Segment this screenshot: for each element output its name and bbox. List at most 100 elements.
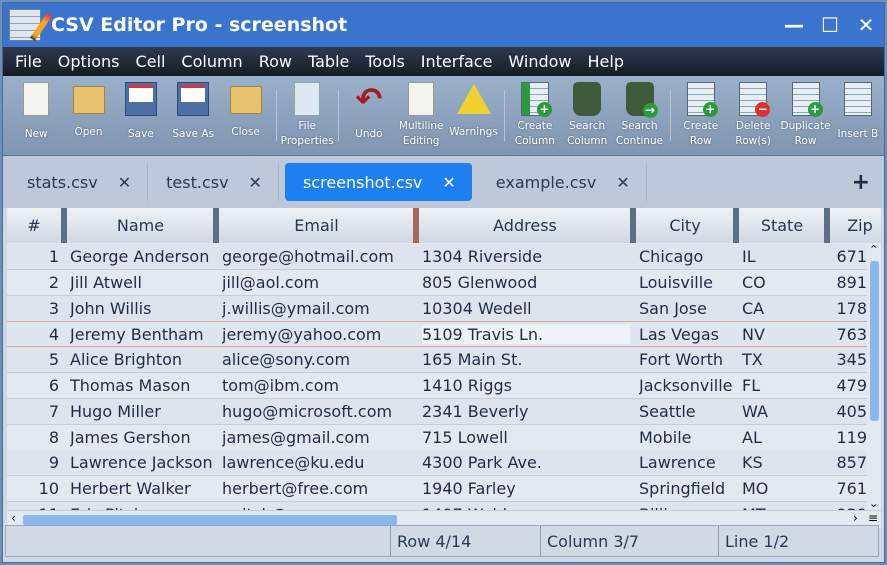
toolbar-undo-button[interactable]: ↶ Undo [343, 76, 395, 155]
column-header-zip[interactable]: Zip [824, 208, 881, 243]
cell-state[interactable]: AL [742, 428, 824, 447]
toolbar-search-column-button[interactable]: Search Column [561, 76, 613, 155]
cell-address[interactable]: 1410 Riggs [422, 376, 630, 395]
tab-close-icon[interactable]: ✕ [442, 173, 455, 192]
cell-email[interactable]: jill@aol.com [222, 273, 413, 292]
cell-state[interactable]: CA [742, 299, 824, 318]
maximize-button[interactable]: ☐ [812, 13, 848, 37]
add-tab-button[interactable]: + [852, 170, 870, 195]
column-header-state[interactable]: State [733, 208, 825, 243]
table-row[interactable]: 7 Hugo Miller hugo@microsoft.com 2341 Bever… [7, 398, 867, 425]
toolbar-insert-b-button[interactable]: Insert B [832, 76, 884, 155]
tab-screenshot-csv[interactable]: screenshot.csv ✕ [284, 163, 472, 201]
cell-zip[interactable]: 119 [833, 428, 867, 447]
cell-row-number[interactable]: 6 [7, 376, 59, 395]
cell-row-number[interactable]: 5 [7, 350, 59, 369]
cell-zip[interactable]: 761 [833, 479, 867, 498]
horizontal-scroll-thumb[interactable] [23, 515, 397, 525]
cell-row-number[interactable]: 2 [7, 273, 59, 292]
cell-name[interactable]: Lawrence Jackson [70, 453, 213, 472]
tab-stats-csv[interactable]: stats.csv ✕ [9, 163, 149, 201]
cell-state[interactable]: CO [742, 273, 824, 292]
cell-email[interactable]: jeremy@yahoo.com [222, 325, 413, 344]
cell-email[interactable]: lawrence@ku.edu [222, 453, 413, 472]
menu-table[interactable]: Table [308, 52, 349, 71]
cell-name[interactable]: George Anderson [70, 247, 213, 266]
menu-interface[interactable]: Interface [421, 52, 493, 71]
menu-lines-icon[interactable]: ≡ [868, 511, 878, 525]
cell-email[interactable]: james@gmail.com [222, 428, 413, 447]
vertical-scrollbar[interactable]: ⌃ ⌄ [867, 243, 881, 510]
cell-email[interactable]: herbert@free.com [222, 479, 413, 498]
table-row[interactable]: 1 George Anderson george@hotmail.com 1304 R… [7, 244, 867, 270]
table-row[interactable]: 9 Lawrence Jackson lawrence@ku.edu 4300 Par… [7, 450, 867, 477]
menu-file[interactable]: File [15, 52, 42, 71]
toolbar-save-as-button[interactable]: Save As [167, 76, 219, 155]
scroll-down-icon[interactable]: ⌄ [869, 497, 878, 510]
scroll-left-icon[interactable]: ‹ [11, 511, 16, 525]
cell-city[interactable]: Springfield [639, 479, 733, 498]
cell-name[interactable]: Alice Brighton [70, 350, 213, 369]
cell-email[interactable]: george@hotmail.com [222, 247, 413, 266]
cell-name[interactable]: James Gershon [70, 428, 213, 447]
table-row[interactable]: 5 Alice Brighton alice@sony.com 165 Main St… [7, 347, 867, 374]
toolbar-multiline-editing-button[interactable]: Multiline Editing [395, 76, 447, 155]
cell-zip[interactable]: 857 [833, 453, 867, 472]
menu-row[interactable]: Row [259, 52, 292, 71]
tab-example-csv[interactable]: example.csv ✕ [478, 163, 647, 201]
tab-close-icon[interactable]: ✕ [118, 173, 131, 192]
table-row[interactable]: 10 Herbert Walker herbert@free.com 1940 Far… [7, 476, 867, 503]
toolbar-duplicate-row-button[interactable]: + Duplicate Row [779, 76, 831, 155]
column-header-address[interactable]: Address [413, 208, 631, 243]
scroll-up-icon[interactable]: ⌃ [869, 243, 878, 256]
table-row[interactable]: 6 Thomas Mason tom@ibm.com 1410 Riggs Jackso… [7, 373, 867, 399]
table-row[interactable]: 8 James Gershon james@gmail.com 715 Lowell M… [7, 425, 867, 451]
cell-name[interactable]: Jeremy Bentham [70, 325, 213, 344]
cell-address[interactable]: 5109 Travis Ln. [422, 325, 630, 345]
table-row[interactable]: 2 Jill Atwell jill@aol.com 805 Glenwood Loui… [7, 270, 867, 296]
close-window-button[interactable]: ✕ [848, 13, 884, 37]
cell-address[interactable]: 1940 Farley [422, 479, 630, 498]
cell-state[interactable]: FL [742, 376, 824, 395]
cell-city[interactable]: Louisville [639, 273, 733, 292]
cell-name[interactable]: John Willis [70, 299, 213, 318]
cell-city[interactable]: Jacksonville [639, 376, 733, 395]
cell-row-number[interactable]: 9 [7, 453, 59, 472]
cell-address[interactable]: 805 Glenwood [422, 273, 630, 292]
cell-address[interactable]: 1304 Riverside [422, 247, 630, 266]
tab-close-icon[interactable]: ✕ [249, 173, 262, 192]
toolbar-create-row-button[interactable]: + Create Row [675, 76, 727, 155]
cell-city[interactable]: San Jose [639, 299, 733, 318]
cell-row-number[interactable]: 10 [7, 479, 59, 498]
cell-name[interactable]: Jill Atwell [70, 273, 213, 292]
cell-zip[interactable]: 405 [833, 402, 867, 421]
menu-cell[interactable]: Cell [136, 52, 166, 71]
cell-city[interactable]: Lawrence [639, 453, 733, 472]
cell-zip[interactable]: 479 [833, 376, 867, 395]
cell-city[interactable]: Chicago [639, 247, 733, 266]
toolbar-file-properties-button[interactable]: File Properties [281, 76, 334, 155]
cell-state[interactable]: KS [742, 453, 824, 472]
menu-column[interactable]: Column [181, 52, 242, 71]
cell-zip[interactable]: 345 [833, 350, 867, 369]
toolbar-new-button[interactable]: New [10, 76, 62, 155]
column-header-number[interactable]: # [7, 208, 61, 243]
cell-address[interactable]: 4300 Park Ave. [422, 453, 630, 472]
column-header-city[interactable]: City [630, 208, 734, 243]
cell-name[interactable]: Herbert Walker [70, 479, 213, 498]
cell-zip[interactable]: 891 [833, 273, 867, 292]
table-row[interactable]: 3 John Willis j.willis@ymail.com 10304 Wede… [7, 295, 867, 322]
cell-email[interactable]: j.willis@ymail.com [222, 299, 413, 318]
menu-help[interactable]: Help [588, 52, 624, 71]
cell-state[interactable]: MO [742, 479, 824, 498]
cell-row-number[interactable]: 3 [7, 299, 59, 318]
cell-row-number[interactable]: 1 [7, 247, 59, 266]
menu-window[interactable]: Window [508, 52, 571, 71]
toolbar-open-button[interactable]: Open [62, 76, 114, 155]
cell-name[interactable]: Thomas Mason [70, 376, 213, 395]
cell-state[interactable]: WA [742, 402, 824, 421]
cell-city[interactable]: Seattle [639, 402, 733, 421]
minimize-button[interactable]: — [776, 13, 812, 37]
vertical-scroll-thumb[interactable] [870, 261, 879, 421]
cell-city[interactable]: Fort Worth [639, 350, 733, 369]
